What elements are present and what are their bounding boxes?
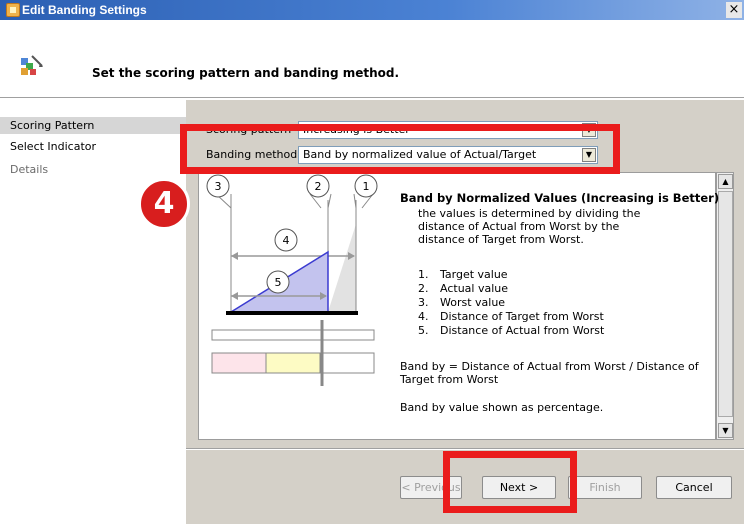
- nav-item-select-indicator[interactable]: Select Indicator: [0, 138, 186, 155]
- banding-diagram: 3 2 1 4 5: [206, 174, 378, 386]
- finish-button[interactable]: Finish: [568, 476, 642, 499]
- banding-icon: [21, 55, 43, 75]
- description-scrollbar[interactable]: ▲ ▼: [716, 172, 734, 440]
- legend-list: 1. Target value 2. Actual value 3. Worst va…: [418, 268, 604, 338]
- footer-divider: [186, 448, 744, 450]
- close-button[interactable]: ×: [726, 2, 742, 18]
- diagram-label-3: 3: [215, 180, 222, 193]
- description-line-1: the values is determined by dividing the: [418, 207, 641, 220]
- formula-line-1: Band by = Distance of Actual from Worst …: [400, 360, 699, 373]
- diagram-label-5: 5: [275, 276, 282, 289]
- wizard-steps: Scoring Pattern Select Indicator Details: [0, 100, 186, 524]
- diagram-label-4: 4: [283, 234, 290, 247]
- formula-line-2: Target from Worst: [400, 373, 499, 386]
- header-divider: [0, 97, 744, 99]
- wizard-instruction: Set the scoring pattern and banding meth…: [92, 66, 400, 80]
- nav-item-scoring-pattern[interactable]: Scoring Pattern: [0, 117, 186, 134]
- description-title: Band by Normalized Values (Increasing is…: [400, 191, 720, 205]
- step-number-badge: 4: [138, 178, 190, 230]
- scroll-up-icon[interactable]: ▲: [718, 174, 733, 189]
- diagram-label-2: 2: [315, 180, 322, 193]
- scroll-down-icon[interactable]: ▼: [718, 423, 733, 438]
- app-icon: [6, 3, 20, 17]
- list-item: 1. Target value: [418, 268, 508, 281]
- next-button-highlight: [443, 451, 577, 513]
- banding-method-highlight: [180, 124, 620, 174]
- nav-item-details[interactable]: Details: [0, 161, 186, 178]
- wizard-header: Set the scoring pattern and banding meth…: [0, 20, 744, 100]
- scroll-thumb[interactable]: [718, 191, 733, 417]
- title-bar: Edit Banding Settings ×: [0, 0, 744, 20]
- list-item: 5. Distance of Actual from Worst: [418, 324, 605, 337]
- window-title: Edit Banding Settings: [22, 3, 147, 17]
- percentage-note: Band by value shown as percentage.: [400, 401, 604, 414]
- description-line-3: distance of Target from Worst.: [418, 233, 584, 246]
- list-item: 2. Actual value: [418, 282, 509, 295]
- list-item: 3. Worst value: [418, 296, 506, 309]
- list-item: 4. Distance of Target from Worst: [418, 310, 604, 323]
- diagram-label-1: 1: [363, 180, 370, 193]
- description-line-2: distance of Actual from Worst by the: [418, 220, 620, 233]
- cancel-button[interactable]: Cancel: [656, 476, 732, 499]
